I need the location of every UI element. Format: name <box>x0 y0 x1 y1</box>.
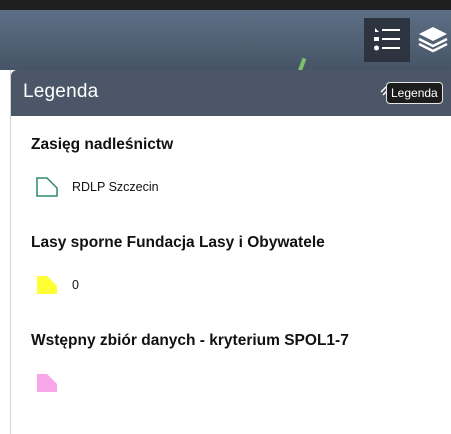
legend-tooltip: Legenda <box>386 82 443 104</box>
legend-list-icon <box>374 28 400 51</box>
filled-polygon-icon <box>37 276 57 294</box>
layers-button[interactable] <box>410 18 451 62</box>
legend-panel-header: Legenda Legenda <box>11 70 451 116</box>
outline-polygon-icon <box>36 177 58 197</box>
legend-item-label: 0 <box>72 278 79 292</box>
legend-item <box>35 371 72 395</box>
layer-title: Wstępny zbiór danych - kryterium SPOL1-7 <box>31 332 349 349</box>
legend-panel: Legenda Legenda Zasięg nadleśnictw RDLP … <box>10 70 451 434</box>
legend-item: 0 <box>35 273 79 297</box>
layer-title: Zasięg nadleśnictw <box>31 136 174 153</box>
legend-button[interactable] <box>364 18 410 62</box>
layers-icon <box>418 27 448 53</box>
legend-item: RDLP Szczecin <box>35 175 159 199</box>
filled-polygon-icon <box>37 374 57 392</box>
legend-item-label: RDLP Szczecin <box>72 180 159 194</box>
map-viewer: Legenda Legenda Zasięg nadleśnictw RDLP … <box>0 0 451 434</box>
panel-title: Legenda <box>23 81 99 102</box>
layer-title: Lasy sporne Fundacja Lasy i Obywatele <box>31 234 325 251</box>
top-bar <box>0 0 451 10</box>
